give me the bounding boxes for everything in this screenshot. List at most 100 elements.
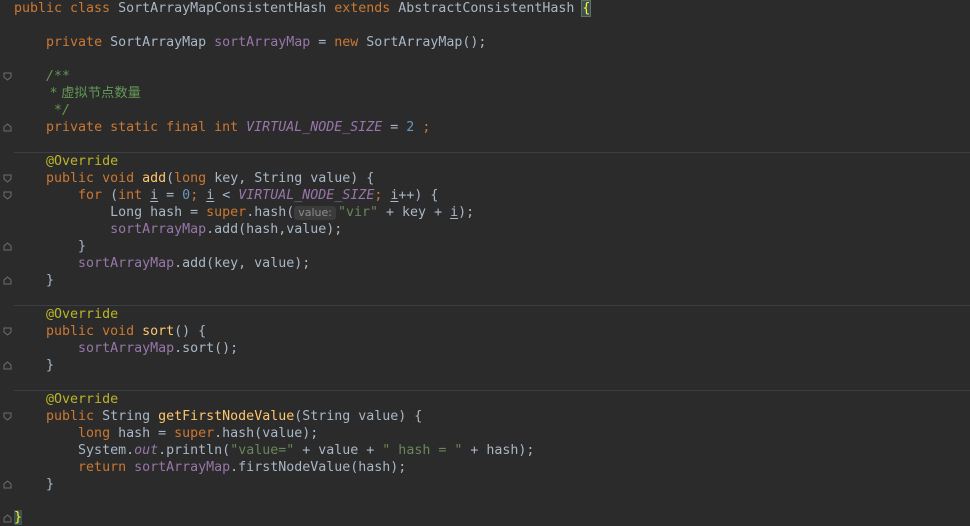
semicolon: ;	[374, 188, 391, 203]
field-name: sortArrayMap	[110, 222, 207, 237]
string-literal: "value="	[230, 443, 295, 458]
fold-marker-icon[interactable]	[3, 361, 12, 370]
code-text: .add(key, value);	[174, 256, 311, 271]
code-line[interactable]: sortArrayMap.add(key, value);	[14, 255, 310, 272]
code-text: );	[458, 205, 475, 220]
fold-marker-icon[interactable]	[3, 191, 12, 200]
closing-brace: }	[46, 477, 55, 492]
semicolon: ;	[190, 188, 207, 203]
closing-brace: }	[46, 273, 55, 288]
code-text: .println(	[158, 443, 231, 458]
loop-variable: i	[150, 188, 159, 203]
code-text: .firstNodeValue(hash);	[230, 460, 407, 475]
code-text: () {	[174, 324, 207, 339]
fold-marker-icon[interactable]	[3, 480, 12, 489]
annotation: @Override	[46, 392, 119, 407]
fold-marker-icon[interactable]	[3, 72, 12, 81]
code-line[interactable]: }	[14, 272, 54, 289]
code-text: .sort();	[174, 341, 239, 356]
code-text: (	[110, 188, 119, 203]
keyword: public class	[14, 1, 119, 16]
code-text: ++) {	[398, 188, 439, 203]
number-literal: 0	[182, 188, 191, 203]
method-separator	[14, 305, 970, 306]
code-line[interactable]: long hash = super.hash(value);	[14, 425, 318, 442]
doc-comment: * 虚拟节点数量	[46, 86, 141, 101]
code-line[interactable]: sortArrayMap.sort();	[14, 340, 238, 357]
code-line[interactable]: @Override	[14, 391, 118, 408]
method-name: getFirstNodeValue	[158, 409, 295, 424]
operator: =	[382, 120, 407, 135]
field-name: sortArrayMap	[134, 460, 231, 475]
closing-brace: }	[78, 239, 87, 254]
fold-marker-icon[interactable]	[3, 123, 12, 132]
code-line[interactable]: }	[14, 357, 54, 374]
code-text: <	[214, 188, 239, 203]
code-text: .hash(	[246, 205, 295, 220]
code-line[interactable]: public void add(long key, String value) …	[14, 170, 374, 187]
fold-marker-icon[interactable]	[3, 412, 12, 421]
code-line[interactable]: }	[14, 509, 23, 526]
method-separator	[14, 390, 970, 391]
type-name: String	[102, 409, 159, 424]
semicolon: ;	[414, 120, 431, 135]
code-editor[interactable]: public class SortArrayMapConsistentHash …	[0, 0, 970, 526]
paren: (	[166, 171, 175, 186]
operator: =	[310, 35, 335, 50]
constant-name: VIRTUAL_NODE_SIZE	[246, 120, 383, 135]
code-line[interactable]: @Override	[14, 306, 118, 323]
method-separator	[14, 152, 970, 153]
fold-marker-icon[interactable]	[3, 174, 12, 183]
keyword: public void	[46, 324, 143, 339]
code-text: + value +	[294, 443, 383, 458]
fold-marker-icon[interactable]	[3, 242, 12, 251]
keyword: long	[78, 426, 119, 441]
code-line[interactable]: for (int i = 0; i < VIRTUAL_NODE_SIZE; i…	[14, 187, 438, 204]
keyword: for	[78, 188, 111, 203]
code-text: .add(hash,value);	[206, 222, 343, 237]
code-line[interactable]: private SortArrayMap sortArrayMap = new …	[14, 34, 486, 51]
fold-marker-icon[interactable]	[3, 514, 12, 523]
code-line[interactable]: private static final int VIRTUAL_NODE_SI…	[14, 119, 430, 136]
matched-brace: }	[14, 510, 23, 525]
keyword: private	[46, 35, 111, 50]
code-line[interactable]: public class SortArrayMapConsistentHash …	[14, 0, 592, 17]
keyword: public	[46, 409, 103, 424]
code-line[interactable]: Long hash = super.hash(value: "vir" + key…	[14, 204, 474, 221]
parent-class-name: AbstractConsistentHash	[398, 1, 583, 16]
field-name: sortArrayMap	[78, 256, 175, 271]
keyword: long	[174, 171, 215, 186]
code-text: Long hash =	[110, 205, 207, 220]
code-line[interactable]: sortArrayMap.add(hash,value);	[14, 221, 342, 238]
code-line[interactable]: public String getFirstNodeValue(String v…	[14, 408, 422, 425]
type-name: SortArrayMap	[110, 35, 215, 50]
code-line[interactable]: System.out.println("value=" + value + " …	[14, 442, 534, 459]
fold-marker-icon[interactable]	[3, 276, 12, 285]
keyword: super	[174, 426, 215, 441]
code-text: .hash(value);	[214, 426, 319, 441]
keyword: new	[334, 35, 367, 50]
code-line[interactable]: }	[14, 476, 54, 493]
constructor-call: SortArrayMap();	[366, 35, 487, 50]
code-line[interactable]: }	[14, 238, 86, 255]
annotation: @Override	[46, 154, 119, 169]
matched-brace: {	[581, 0, 592, 17]
doc-comment: */	[46, 103, 71, 118]
keyword: public void	[46, 171, 143, 186]
string-literal: " hash = "	[382, 443, 463, 458]
code-text: System.	[78, 443, 135, 458]
field-name: sortArrayMap	[214, 35, 311, 50]
code-text: =	[158, 188, 183, 203]
code-line[interactable]: @Override	[14, 153, 118, 170]
method-name: sort	[142, 324, 175, 339]
code-line[interactable]: /**	[14, 68, 70, 85]
field-name: sortArrayMap	[78, 341, 175, 356]
loop-variable: i	[450, 205, 459, 220]
closing-brace: }	[46, 358, 55, 373]
code-line[interactable]: */	[14, 102, 70, 119]
code-line[interactable]: * 虚拟节点数量	[14, 85, 141, 102]
keyword: extends	[334, 1, 399, 16]
code-line[interactable]: return sortArrayMap.firstNodeValue(hash)…	[14, 459, 406, 476]
fold-marker-icon[interactable]	[3, 327, 12, 336]
code-line[interactable]: public void sort() {	[14, 323, 206, 340]
